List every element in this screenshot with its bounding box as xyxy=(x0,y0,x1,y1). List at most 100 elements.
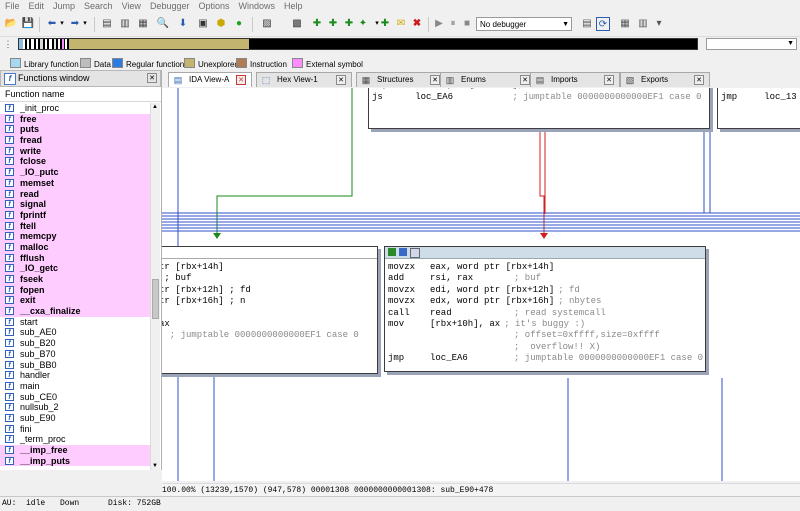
code-line[interactable]: ; offset=0xffff,size=0xffff xyxy=(388,330,705,341)
code-line[interactable]: ; jumptable 0000000000000EF1 case 0 xyxy=(162,330,377,341)
close-icon[interactable]: ✕ xyxy=(147,73,157,83)
menu-file[interactable]: File xyxy=(0,0,24,11)
column-header-function-name[interactable]: Function name xyxy=(0,87,161,102)
function-list-item[interactable]: f fseek xyxy=(0,274,150,285)
tab-close-icon[interactable]: ✕ xyxy=(336,75,346,85)
nav-grip-icon[interactable]: ⋮ xyxy=(2,38,14,50)
block-header[interactable] xyxy=(385,247,705,259)
tab-exports[interactable]: ▧ Exports ✕ xyxy=(620,72,710,87)
code-block-top-right[interactable]: movzx eax, word jmp loc_13 xyxy=(717,88,800,129)
function-list-item[interactable]: f write xyxy=(0,145,150,157)
code-line[interactable]: ; overflow!! X) xyxy=(388,342,705,353)
function-list-item[interactable]: f __imp_free xyxy=(0,445,150,456)
code-line[interactable]: add rsi, rax; buf xyxy=(388,273,705,284)
code-block-left[interactable]: tr [rbx+14h] ; buf tr [rbx+12h] ; fd tr [r… xyxy=(162,246,378,374)
function-add-icon[interactable]: ✚ xyxy=(310,17,324,31)
graph-view[interactable]: cmp dword ptr [rbx+1ch], 0 js loc_EA6 ; … xyxy=(162,88,800,481)
attach-icon[interactable]: ▤ xyxy=(580,17,594,31)
function-list-item[interactable]: f sub_BB0 xyxy=(0,360,150,371)
navigation-band[interactable] xyxy=(18,38,698,50)
green-circle-icon[interactable]: ● xyxy=(232,17,246,31)
code-line[interactable]: tr [rbx+16h] ; n xyxy=(162,296,377,307)
tab-structures[interactable]: ▦ Structures ✕ xyxy=(356,72,446,87)
block-color-icon[interactable] xyxy=(388,248,396,256)
function-list-item[interactable]: f start xyxy=(0,317,150,328)
code-line[interactable]: jmp loc_EA6; jumptable 0000000000000EF1 c… xyxy=(388,353,705,364)
search-text-icon[interactable]: 🔍 xyxy=(156,17,170,31)
tab-close-icon[interactable]: ✕ xyxy=(430,75,440,85)
stop-sign-icon[interactable]: ⬢ xyxy=(214,17,228,31)
graph-icon[interactable]: ▨ xyxy=(260,17,274,31)
menu-view[interactable]: View xyxy=(117,0,145,11)
function-list-item[interactable]: f sub_B70 xyxy=(0,349,150,360)
code-line[interactable]: ; buf xyxy=(162,273,377,284)
play-icon[interactable]: ▶ xyxy=(432,17,446,31)
code-line[interactable]: mov [rbx+10h], ax; it's buggy :) xyxy=(388,319,705,330)
function-list-item[interactable]: f malloc xyxy=(0,241,150,253)
forward-dropdown-icon[interactable]: ▾ xyxy=(78,17,92,31)
debugger-select[interactable]: No debugger ▼ xyxy=(476,17,572,31)
refresh-icon[interactable]: ⟳ xyxy=(596,17,610,31)
block-rename-icon[interactable] xyxy=(410,248,420,258)
scroll-down-icon[interactable]: ▼ xyxy=(152,463,158,469)
open-icon[interactable]: 📂 xyxy=(4,17,18,31)
download-icon[interactable]: ⬇ xyxy=(176,17,190,31)
code-line[interactable]: movzx eax, word ptr [rbx+14h] xyxy=(388,262,705,273)
tab-close-icon[interactable]: ✕ xyxy=(604,75,614,85)
vertical-scrollbar[interactable]: ▲ ▼ xyxy=(150,103,160,470)
calc-icon[interactable]: ▩ xyxy=(290,17,304,31)
menu-search[interactable]: Search xyxy=(79,0,117,11)
mail-icon[interactable]: ✉ xyxy=(394,17,408,31)
code-line[interactable]: tr [rbx+12h] ; fd xyxy=(162,285,377,296)
function-list-item[interactable]: f main xyxy=(0,381,150,392)
close-red-icon[interactable]: ✖ xyxy=(410,17,424,31)
menu-debugger[interactable]: Debugger xyxy=(145,0,194,11)
function-list-item[interactable]: f fprintf xyxy=(0,209,150,221)
thread-icon[interactable]: ▦ xyxy=(618,17,632,31)
function-list-item[interactable]: f sub_AE0 xyxy=(0,327,150,338)
tab-ida-view-a[interactable]: ▤ IDA View-A ✕ xyxy=(168,72,252,87)
tab-close-icon[interactable]: ✕ xyxy=(694,75,704,85)
function-list-item[interactable]: f signal xyxy=(0,199,150,210)
tab-imports[interactable]: ▤ Imports ✕ xyxy=(530,72,620,87)
function-list-item[interactable]: f fopen xyxy=(0,284,150,296)
tab-hex-view-1[interactable]: ⬚ Hex View-1 ✕ xyxy=(256,72,352,87)
function-list-item[interactable]: f sub_B20 xyxy=(0,338,150,349)
function-list-item[interactable]: f _term_proc xyxy=(0,434,150,445)
watch-add-icon[interactable]: ✚ xyxy=(378,17,392,31)
function-list-item[interactable]: f fread xyxy=(0,135,150,146)
save-icon[interactable]: 💾 xyxy=(21,17,35,31)
struct-add-icon[interactable]: ✚ xyxy=(326,17,340,31)
function-list-item[interactable]: f sub_CE0 xyxy=(0,392,150,403)
code-line[interactable] xyxy=(162,308,377,319)
tab-close-icon[interactable]: ✕ xyxy=(236,75,246,85)
function-list-item[interactable]: f fflush xyxy=(0,252,150,264)
function-list-item[interactable]: f fini xyxy=(0,424,150,435)
menu-windows[interactable]: Windows xyxy=(234,0,280,11)
function-list-item[interactable]: f free xyxy=(0,113,150,125)
hex-icon[interactable]: ▣ xyxy=(196,17,210,31)
back-dropdown-icon[interactable]: ▾ xyxy=(55,17,69,31)
paste-icon[interactable]: ▦ xyxy=(136,17,150,31)
menu-options[interactable]: Options xyxy=(193,0,233,11)
code-line[interactable]: tr [rbx+14h] xyxy=(162,262,377,273)
function-list-item[interactable]: f memset xyxy=(0,177,150,189)
menu-help[interactable]: Help xyxy=(279,0,307,11)
function-list-item[interactable]: f _IO_getc xyxy=(0,263,150,274)
scrollbar-thumb[interactable] xyxy=(152,279,159,319)
cut-icon[interactable]: ▤ xyxy=(100,17,114,31)
stop-icon[interactable]: ■ xyxy=(460,17,474,31)
code-block-main[interactable]: movzx eax, word ptr [rbx+14h] add rsi, rax;… xyxy=(384,246,706,372)
menu-jump[interactable]: Jump xyxy=(48,0,79,11)
function-list-item[interactable]: f _init_proc xyxy=(0,103,150,114)
code-block-top[interactable]: cmp dword ptr [rbx+1ch], 0 js loc_EA6 ; … xyxy=(368,88,710,129)
function-list-item[interactable]: f handler xyxy=(0,370,150,381)
function-list-item[interactable]: f puts xyxy=(0,124,150,136)
block-graph-icon[interactable] xyxy=(399,248,407,256)
code-line[interactable]: jmp loc_13 xyxy=(721,92,797,103)
function-list-item[interactable]: f nullsub_2 xyxy=(0,402,150,413)
code-line[interactable]: movzx edx, word ptr [rbx+16h]; nbytes xyxy=(388,296,705,307)
pause-icon[interactable]: ⏸ xyxy=(446,17,460,31)
tab-close-icon[interactable]: ✕ xyxy=(520,75,530,85)
function-list-item[interactable]: f exit xyxy=(0,295,150,307)
